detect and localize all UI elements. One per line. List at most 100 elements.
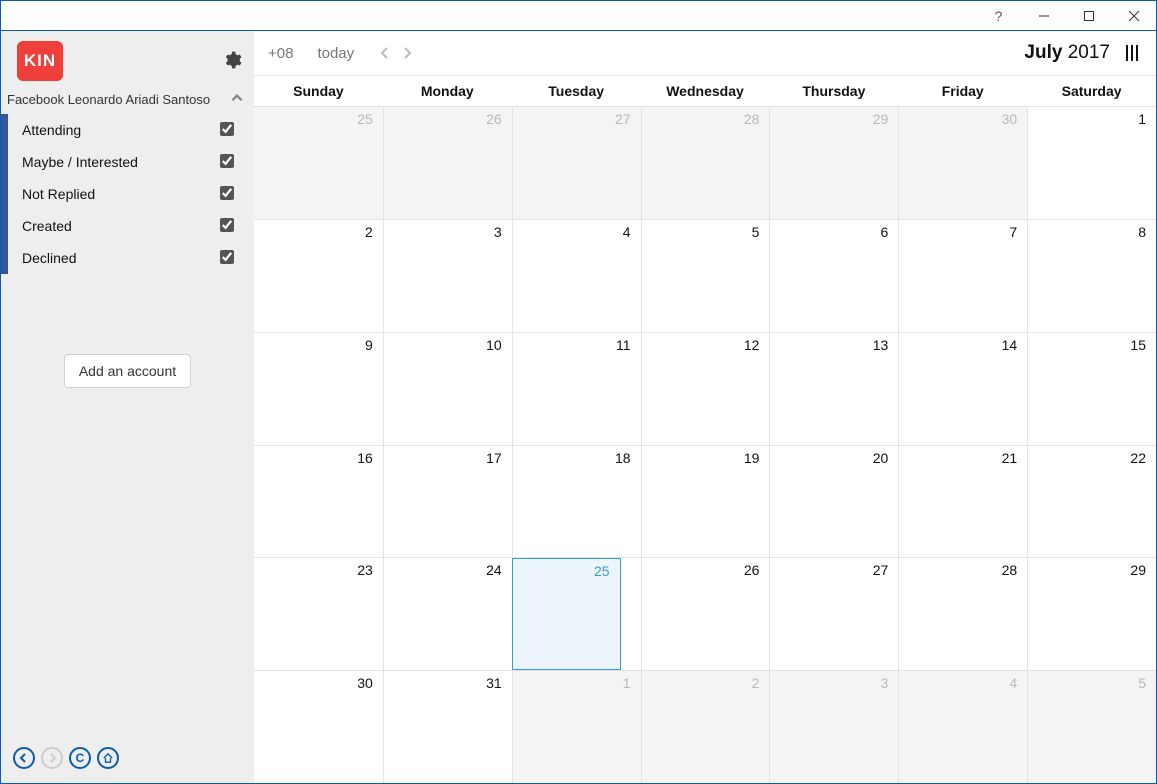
calendar-day[interactable]: 8 (1027, 220, 1156, 332)
app-logo: KIN (17, 41, 63, 81)
calendar-day[interactable]: 27 (769, 558, 898, 670)
next-month-button[interactable] (396, 42, 418, 64)
calendar-day[interactable]: 7 (898, 220, 1027, 332)
account-header[interactable]: Facebook Leonardo Ariadi Santoso (1, 87, 254, 114)
calendar-day[interactable]: 23 (254, 558, 383, 670)
filter-checkbox[interactable] (220, 122, 234, 136)
calendar-day[interactable]: 1 (1027, 107, 1156, 219)
close-button[interactable] (1111, 1, 1156, 30)
calendar-day[interactable]: 19 (641, 446, 770, 558)
calendar-day[interactable]: 10 (383, 333, 512, 445)
filter-label: Declined (22, 250, 220, 266)
minimize-button[interactable] (1021, 1, 1066, 30)
weekday-header: Monday (383, 76, 512, 106)
filter-label: Attending (22, 122, 220, 138)
calendar-weeks: 2526272829301234567891011121314151617181… (254, 106, 1156, 783)
calendar-color-stripe (1, 114, 8, 146)
calendar-week: 2345678 (254, 219, 1156, 332)
today-button[interactable]: today (317, 45, 354, 62)
calendar-day[interactable]: 20 (769, 446, 898, 558)
calendar-day[interactable]: 24 (383, 558, 512, 670)
filter-label: Maybe / Interested (22, 154, 220, 170)
settings-button[interactable] (222, 50, 242, 73)
calendar-day[interactable]: 13 (769, 333, 898, 445)
calendar-day[interactable]: 4 (898, 671, 1027, 783)
calendar-day[interactable]: 29 (1027, 558, 1156, 670)
filter-item[interactable]: Maybe / Interested (1, 146, 254, 178)
calendar-week: 303112345 (254, 670, 1156, 783)
timezone-label[interactable]: +08 (268, 45, 293, 62)
view-menu-button[interactable] (1126, 45, 1138, 61)
filter-checkbox[interactable] (220, 250, 234, 264)
calendar-color-stripe (1, 178, 8, 210)
calendar-day[interactable]: 21 (898, 446, 1027, 558)
calendar-day[interactable]: 2 (254, 220, 383, 332)
calendar-day[interactable]: 15 (1027, 333, 1156, 445)
calendar-day[interactable]: 18 (512, 446, 641, 558)
home-button[interactable] (97, 747, 119, 769)
filter-label: Created (22, 218, 220, 234)
calendar-toolbar: +08 today July 2017 (254, 31, 1156, 75)
calendar-day[interactable]: 22 (1027, 446, 1156, 558)
calendar-day[interactable]: 31 (383, 671, 512, 783)
calendar-day[interactable]: 28 (898, 558, 1027, 670)
weekday-header-row: SundayMondayTuesdayWednesdayThursdayFrid… (254, 76, 1156, 106)
weekday-header: Wednesday (641, 76, 770, 106)
back-button[interactable] (13, 747, 35, 769)
calendar-day[interactable]: 26 (641, 558, 770, 670)
main-panel: +08 today July 2017 SundayMondayTuesdayW… (254, 31, 1156, 783)
calendar-day[interactable]: 30 (898, 107, 1027, 219)
prev-month-button[interactable] (374, 42, 396, 64)
calendar-day-today[interactable]: 25 (512, 558, 621, 670)
add-account-button[interactable]: Add an account (64, 354, 191, 388)
calendar-day[interactable]: 2 (641, 671, 770, 783)
calendar-week: 23242526272829 (254, 557, 1156, 670)
filter-checkbox[interactable] (220, 186, 234, 200)
forward-button[interactable] (41, 747, 63, 769)
calendar-day[interactable]: 28 (641, 107, 770, 219)
filter-item[interactable]: Created (1, 210, 254, 242)
calendar-color-stripe (1, 210, 8, 242)
calendar-day[interactable]: 16 (254, 446, 383, 558)
weekday-header: Sunday (254, 76, 383, 106)
filter-item[interactable]: Attending (1, 114, 254, 146)
month-year-title: July 2017 (1024, 42, 1110, 64)
calendar-day[interactable]: 30 (254, 671, 383, 783)
calendar-day[interactable]: 29 (769, 107, 898, 219)
calendar-day[interactable]: 9 (254, 333, 383, 445)
app-window: ? KIN Facebook Leonardo Ariadi Santoso A… (0, 0, 1157, 784)
help-button[interactable]: ? (976, 1, 1021, 30)
weekday-header: Friday (898, 76, 1027, 106)
calendar-day[interactable]: 4 (512, 220, 641, 332)
calendar-day[interactable]: 25 (254, 107, 383, 219)
calendar-day[interactable]: 14 (898, 333, 1027, 445)
refresh-button[interactable]: C (69, 747, 91, 769)
calendar-day[interactable]: 11 (512, 333, 641, 445)
calendar-day[interactable]: 3 (769, 671, 898, 783)
filter-label: Not Replied (22, 186, 220, 202)
filter-item[interactable]: Not Replied (1, 178, 254, 210)
calendar-day[interactable]: 5 (641, 220, 770, 332)
calendar-day[interactable]: 3 (383, 220, 512, 332)
calendar-day[interactable]: 5 (1027, 671, 1156, 783)
filter-checkbox[interactable] (220, 154, 234, 168)
calendar-day[interactable]: 17 (383, 446, 512, 558)
filter-list: Attending Maybe / Interested Not Replied Cr… (1, 114, 254, 274)
calendar-color-stripe (1, 242, 8, 274)
maximize-button[interactable] (1066, 1, 1111, 30)
calendar-week: 16171819202122 (254, 445, 1156, 558)
titlebar: ? (1, 1, 1156, 31)
calendar-grid: SundayMondayTuesdayWednesdayThursdayFrid… (254, 75, 1156, 783)
calendar-day[interactable]: 6 (769, 220, 898, 332)
sidebar: KIN Facebook Leonardo Ariadi Santoso Att… (1, 31, 254, 783)
weekday-header: Tuesday (512, 76, 641, 106)
calendar-day[interactable]: 1 (512, 671, 641, 783)
calendar-day[interactable]: 27 (512, 107, 641, 219)
filter-checkbox[interactable] (220, 218, 234, 232)
filter-item[interactable]: Declined (1, 242, 254, 274)
chevron-up-icon (230, 91, 244, 108)
footer-nav: C (13, 747, 119, 769)
calendar-day[interactable]: 12 (641, 333, 770, 445)
weekday-header: Saturday (1027, 76, 1156, 106)
calendar-day[interactable]: 26 (383, 107, 512, 219)
